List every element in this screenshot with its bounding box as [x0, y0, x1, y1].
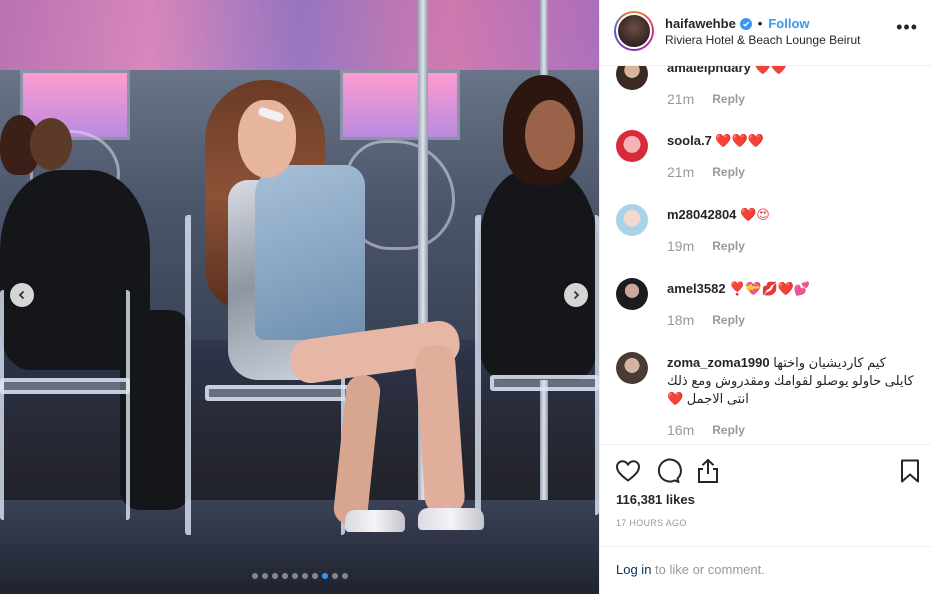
separator-dot: •: [757, 16, 763, 31]
comment-bubble-icon[interactable]: [654, 457, 682, 485]
comment-username[interactable]: m28042804: [667, 207, 736, 222]
follow-button[interactable]: Follow: [768, 16, 809, 31]
carousel-dot: [281, 573, 288, 579]
comment-text: m28042804 ❤️😍: [667, 206, 917, 224]
left-dancer-legs: [120, 310, 190, 510]
post-header: haifawehbe • Follow Riviera Hotel & Beac…: [600, 0, 931, 66]
bus-window: [340, 70, 460, 140]
chair-seat: [490, 375, 599, 391]
comment-username[interactable]: soola.7: [667, 133, 712, 148]
post-location[interactable]: Riviera Hotel & Beach Lounge Beirut: [665, 33, 860, 47]
commenter-avatar[interactable]: [616, 130, 648, 162]
carousel-dot: [291, 573, 298, 579]
like-count[interactable]: 116,381 likes: [616, 492, 695, 507]
carousel-dot: [321, 573, 328, 579]
carousel-dot: [271, 573, 278, 579]
comment-list: amalelphdary ❤️❤️ 21m Reply soola.7 ❤️❤️…: [600, 66, 931, 444]
comment-time: 21m: [667, 164, 695, 180]
login-line: Log in to like or comment.: [616, 562, 765, 577]
carousel-dot: [301, 573, 308, 579]
comment-text: amel3582 ❣️💝💋❤️💕: [667, 280, 917, 298]
commenter-avatar[interactable]: [616, 278, 648, 310]
right-dancer-head: [525, 100, 575, 170]
carousel-dot: [311, 573, 318, 579]
next-photo-button[interactable]: [564, 283, 588, 307]
comment-text: zoma_zoma1990 كيم كارديشيان واختها كايلى…: [667, 354, 917, 408]
post-timestamp: 17 HOURS AGO: [616, 518, 687, 528]
comment-body: ❣️💝💋❤️💕: [729, 281, 811, 296]
comment-time: 21m: [667, 91, 695, 107]
login-rest-text: to like or comment.: [651, 562, 765, 577]
post-actions: 116,381 likes 17 HOURS AGO: [600, 444, 931, 546]
comment-username[interactable]: amel3582: [667, 281, 726, 296]
commenter-avatar[interactable]: [616, 66, 648, 90]
more-options-icon[interactable]: •••: [896, 18, 918, 36]
singer-jacket: [255, 165, 365, 340]
acrylic-chair: [475, 215, 599, 515]
carousel-dot: [331, 573, 338, 579]
chair-seat: [205, 385, 350, 401]
comment-meta: 21m Reply: [667, 91, 745, 107]
chevron-left-icon: [18, 290, 25, 300]
comment-time: 18m: [667, 312, 695, 328]
post-photo: [0, 0, 599, 594]
comment-text: amalelphdary ❤️❤️: [667, 66, 917, 77]
comment-body: ❤️😍: [740, 207, 770, 222]
comment-meta: 18m Reply: [667, 312, 745, 328]
comment-text: soola.7 ❤️❤️❤️: [667, 132, 917, 150]
commenter-avatar[interactable]: [616, 352, 648, 384]
chevron-right-icon: [573, 290, 580, 300]
share-icon[interactable]: [694, 457, 722, 485]
verified-badge-icon: [739, 17, 752, 30]
comment-username[interactable]: zoma_zoma1990: [667, 355, 770, 370]
carousel-indicator: [0, 573, 599, 579]
reply-button[interactable]: Reply: [712, 423, 745, 437]
chair-seat: [0, 378, 130, 394]
reply-button[interactable]: Reply: [712, 313, 745, 327]
post-sidebar: haifawehbe • Follow Riviera Hotel & Beac…: [599, 0, 931, 594]
reply-button[interactable]: Reply: [712, 239, 745, 253]
author-row: haifawehbe • Follow: [665, 16, 810, 31]
reply-button[interactable]: Reply: [712, 92, 745, 106]
previous-photo-button[interactable]: [10, 283, 34, 307]
carousel-dot: [251, 573, 258, 579]
reply-button[interactable]: Reply: [712, 165, 745, 179]
comment-body: ❤️❤️❤️: [715, 133, 764, 148]
carousel-dot: [261, 573, 268, 579]
comment-meta: 21m Reply: [667, 164, 745, 180]
comment-username[interactable]: amalelphdary: [667, 66, 751, 75]
carousel-dot: [341, 573, 348, 579]
comment-time: 19m: [667, 238, 695, 254]
bookmark-icon[interactable]: [896, 457, 924, 485]
comment-meta: 19m Reply: [667, 238, 745, 254]
singer-shoe: [418, 508, 484, 530]
comment-meta: 16m Reply: [667, 422, 745, 438]
comment-time: 16m: [667, 422, 695, 438]
profile-avatar[interactable]: [614, 11, 654, 51]
acrylic-chair: [0, 290, 130, 520]
comment-body: ❤️❤️: [754, 66, 787, 75]
commenter-avatar[interactable]: [616, 204, 648, 236]
left-dancer-head: [30, 118, 72, 170]
login-link[interactable]: Log in: [616, 562, 651, 577]
like-heart-icon[interactable]: [614, 457, 642, 485]
login-prompt: Log in to like or comment.: [600, 546, 931, 594]
author-username[interactable]: haifawehbe: [665, 16, 736, 31]
singer-shoe: [345, 510, 405, 532]
